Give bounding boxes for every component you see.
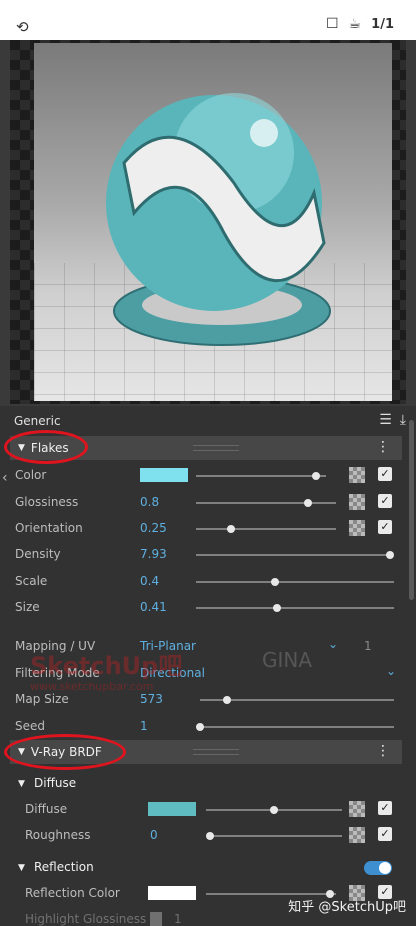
drag-grip-icon[interactable] [193,445,239,451]
expand-triangle-icon[interactable]: ▼ [18,863,25,873]
color-checkbox[interactable]: ✓ [378,467,392,481]
glossiness-row: Glossiness 0.8 ✓ [0,491,416,515]
render-mode-icon[interactable]: ⟲ [16,18,29,36]
preview-render [34,43,392,401]
brdf-highlight-circle [4,734,126,770]
mapping-label: Mapping / UV [15,639,96,653]
mapping-select[interactable]: Tri-Planar [140,639,196,653]
more-options-icon[interactable]: ⋮ [376,743,390,759]
glossiness-checkbox[interactable]: ✓ [378,494,392,508]
mapsize-value[interactable]: 573 [140,692,163,706]
texture-slot-icon[interactable] [349,520,365,536]
ratio-label[interactable]: 1/1 [371,17,394,32]
glossiness-value[interactable]: 0.8 [140,495,159,509]
density-value[interactable]: 7.93 [140,547,167,561]
slider-knob[interactable] [311,472,320,480]
highlight-lock-icon[interactable] [150,912,162,926]
diffuse-title: Diffuse [34,776,77,790]
size-row: Size 0.41 [0,596,416,620]
reflection-title: Reflection [34,860,94,874]
mapping-row: Mapping / UV Tri-Planar ⌄ 1 [0,635,416,659]
diffuse-subsection-header[interactable]: ▼ Diffuse [0,772,416,796]
diffuse-slider[interactable] [206,806,342,814]
density-label: Density [15,547,61,561]
reflection-subsection-header[interactable]: ▼ Reflection [0,856,416,880]
slider-knob[interactable] [386,551,394,559]
roughness-slider[interactable] [206,832,342,840]
material-sphere-image [106,93,331,346]
filtering-label: Filtering Mode [15,666,100,680]
orientation-label: Orientation [15,521,83,535]
slider-knob[interactable] [270,806,278,814]
flakes-highlight-circle [4,430,88,464]
chevron-down-icon[interactable]: ⌄ [386,664,396,678]
reflection-color-slider[interactable] [206,890,336,898]
preview-toolbar: ⟲ ☐ ☕ 1/1 [0,0,416,40]
texture-slot-icon[interactable] [349,801,365,817]
color-swatch[interactable] [140,468,188,482]
scale-slider[interactable] [196,578,394,586]
panel-title: Generic [14,414,61,428]
size-slider[interactable] [196,604,394,612]
density-row: Density 7.93 [0,543,416,567]
highlight-glossiness-label: Highlight Glossiness [25,912,147,926]
square-icon[interactable]: ☐ [326,16,339,32]
seed-slider[interactable] [196,723,394,731]
diffuse-checkbox[interactable]: ✓ [378,801,392,815]
slider-knob[interactable] [227,525,235,533]
slider-knob[interactable] [271,578,280,586]
texture-slot-icon[interactable] [349,467,365,483]
seed-label: Seed [15,719,45,733]
roughness-checkbox[interactable]: ✓ [378,827,392,841]
diffuse-row: Diffuse ✓ [0,798,416,822]
size-value[interactable]: 0.41 [140,600,167,614]
scale-value[interactable]: 0.4 [140,574,159,588]
orientation-value[interactable]: 0.25 [140,521,167,535]
glossiness-slider[interactable] [196,499,336,507]
reflection-toggle[interactable] [364,861,392,875]
slider-knob[interactable] [206,832,214,840]
scale-label: Scale [15,574,48,588]
slider-knob[interactable] [304,499,312,507]
slider-knob[interactable] [273,604,282,612]
credit-watermark: 知乎 @SketchUp吧 [288,900,406,915]
roughness-row: Roughness 0 ✓ [0,824,416,848]
teapot-icon[interactable]: ☕ [349,16,362,32]
diffuse-label: Diffuse [25,802,68,816]
glossiness-label: Glossiness [15,495,79,509]
mapsize-slider[interactable] [200,696,394,704]
chevron-down-icon[interactable]: ⌄ [328,637,338,651]
orientation-row: Orientation 0.25 ✓ [0,517,416,541]
filtering-select[interactable]: Directional [140,666,205,680]
slider-knob[interactable] [223,696,232,704]
more-options-icon[interactable]: ⋮ [376,439,390,455]
filtering-row: Filtering Mode Directional ⌄ [0,662,416,686]
export-icon[interactable]: ⤓ [400,412,406,428]
mapsize-label: Map Size [15,692,69,706]
reflection-color-label: Reflection Color [25,886,120,900]
seed-value[interactable]: 1 [140,719,148,733]
mapsize-row: Map Size 573 [0,688,416,712]
density-slider[interactable] [196,551,394,559]
color-label: Color [15,468,47,482]
mapping-channel[interactable]: 1 [364,639,372,653]
drag-grip-icon[interactable] [193,749,239,755]
expand-triangle-icon[interactable]: ▼ [18,779,25,789]
roughness-label: Roughness [25,828,91,842]
color-row: Color ✓ [0,464,416,488]
scale-row: Scale 0.4 [0,570,416,594]
roughness-value[interactable]: 0 [150,828,158,842]
orientation-checkbox[interactable]: ✓ [378,520,392,534]
reflection-color-swatch[interactable] [148,886,196,900]
size-label: Size [15,600,40,614]
material-preview [10,40,406,404]
orientation-slider[interactable] [196,525,336,533]
color-slider[interactable] [196,472,326,480]
texture-slot-icon[interactable] [349,494,365,510]
sliders-icon[interactable]: ☰ [379,412,392,428]
highlight-glossiness-value[interactable]: 1 [174,912,182,926]
slider-knob[interactable] [196,723,204,731]
texture-slot-icon[interactable] [349,827,365,843]
diffuse-swatch[interactable] [148,802,196,816]
